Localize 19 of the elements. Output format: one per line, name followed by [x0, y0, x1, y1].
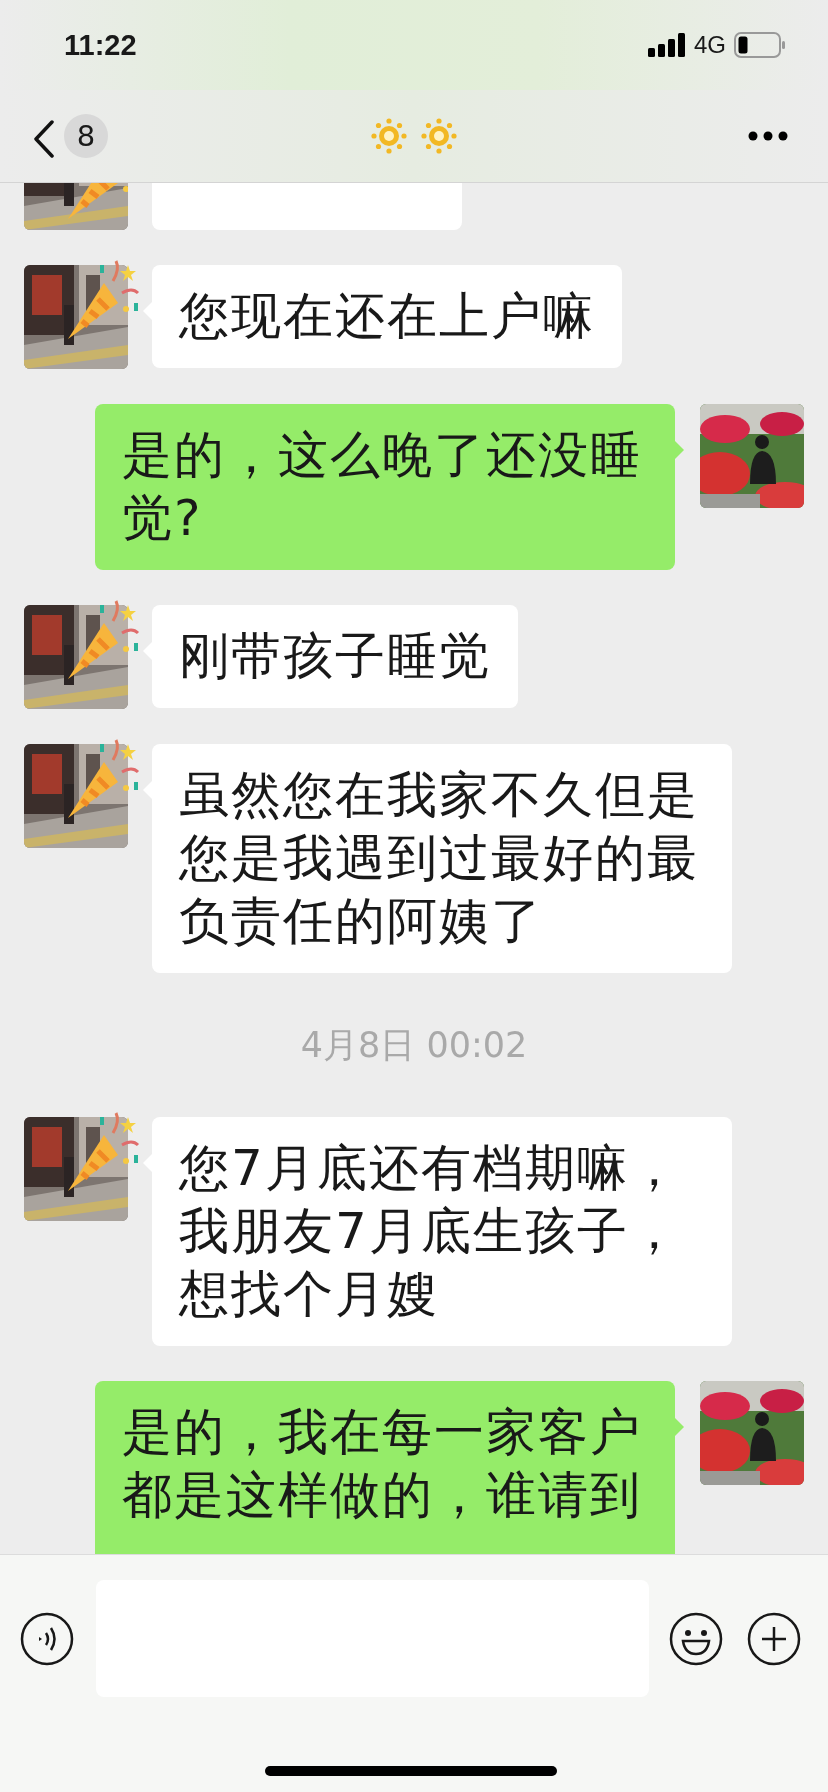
back-icon[interactable]	[33, 120, 55, 158]
outgoing-message: 是的，我在每一家客户都是这样做的，谁请到	[95, 1381, 675, 1554]
signal-icon	[648, 33, 686, 57]
incoming-message: 您现在还在上户嘛	[152, 265, 622, 368]
emoji-icon[interactable]	[669, 1611, 723, 1666]
incoming-message: 您7月底还有档期嘛，我朋友7月底生孩子，想找个月嫂	[152, 1117, 732, 1346]
timestamp: 4月8日 00:02	[300, 1025, 528, 1065]
sun-icon	[371, 118, 407, 154]
sun-icon	[421, 118, 457, 154]
unread-count: 8	[64, 114, 108, 158]
outgoing-message: 是的，这么晚了还没睡觉?	[95, 404, 675, 570]
incoming-message: 虽然您在我家不久但是您是我遇到过最好的最负责任的阿姨了	[152, 744, 732, 973]
network-label: 4G	[694, 31, 726, 59]
more-icon[interactable]	[748, 131, 788, 141]
incoming-message: 刚带孩子睡觉	[152, 605, 518, 708]
voice-icon[interactable]	[20, 1611, 74, 1666]
plus-icon[interactable]	[747, 1611, 801, 1666]
status-time: 11:22	[64, 28, 137, 62]
battery-icon	[734, 32, 786, 58]
